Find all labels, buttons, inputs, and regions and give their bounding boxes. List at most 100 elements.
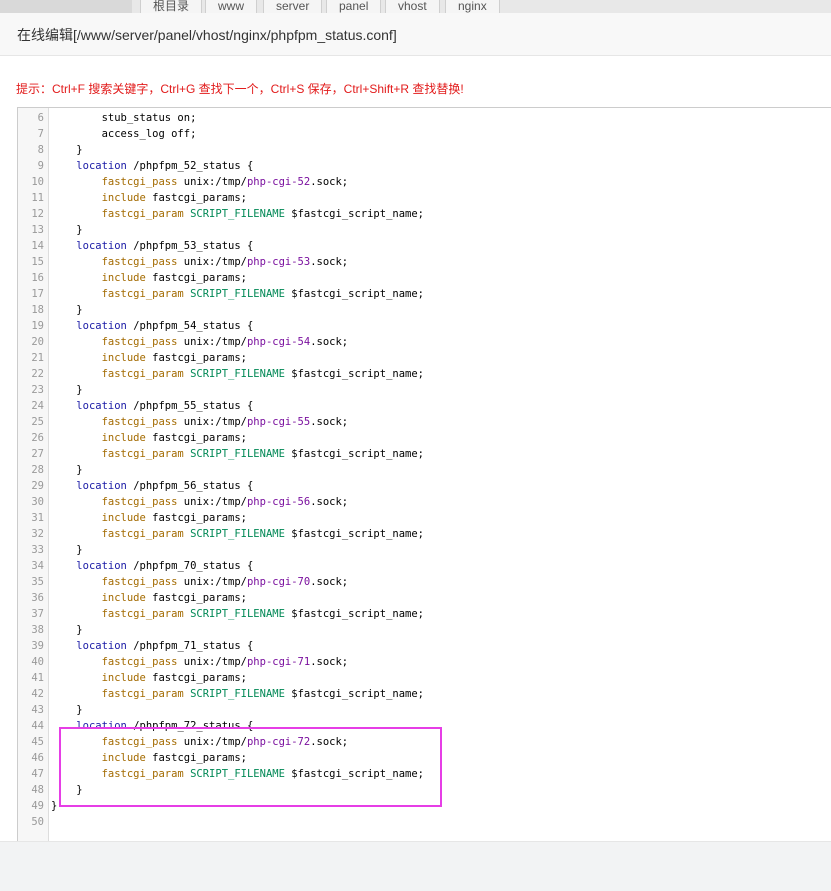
breadcrumb-start xyxy=(0,0,132,13)
code-line[interactable]: 35 fastcgi_pass unix:/tmp/php-cgi-70.soc… xyxy=(18,574,831,590)
code-line[interactable]: 29 location /phpfpm_56_status { xyxy=(18,478,831,494)
line-number: 18 xyxy=(31,304,44,316)
line-text: include fastcgi_params; xyxy=(101,272,247,284)
breadcrumb-bar: 根目录 www server panel vhost nginx xyxy=(0,0,831,13)
line-number: 31 xyxy=(31,512,44,524)
line-text: } xyxy=(51,784,83,796)
code-line[interactable]: 23 } xyxy=(18,382,831,398)
line-text: include fastcgi_params; xyxy=(101,352,247,364)
line-text: fastcgi_param SCRIPT_FILENAME $fastcgi_s… xyxy=(101,768,424,780)
code-line[interactable]: 24 location /phpfpm_55_status { xyxy=(18,398,831,414)
code-line[interactable]: 33 } xyxy=(18,542,831,558)
line-text: } xyxy=(51,224,83,236)
line-number: 40 xyxy=(31,656,44,668)
line-text: location /phpfpm_72_status { xyxy=(76,720,254,732)
code-line[interactable]: 18 } xyxy=(18,302,831,318)
line-text: } xyxy=(51,624,83,636)
code-line[interactable]: 40 fastcgi_pass unix:/tmp/php-cgi-71.soc… xyxy=(18,654,831,670)
breadcrumb-item-root[interactable]: 根目录 xyxy=(140,0,203,13)
line-number: 24 xyxy=(31,400,44,412)
code-line[interactable]: 11 include fastcgi_params; xyxy=(18,190,831,206)
line-number: 36 xyxy=(31,592,44,604)
line-text: fastcgi_param SCRIPT_FILENAME $fastcgi_s… xyxy=(101,208,424,220)
breadcrumb-item-www[interactable]: www xyxy=(205,0,257,13)
code-line[interactable]: 38 } xyxy=(18,622,831,638)
code-line[interactable]: 12 fastcgi_param SCRIPT_FILENAME $fastcg… xyxy=(18,206,831,222)
code-line[interactable]: 20 fastcgi_pass unix:/tmp/php-cgi-54.soc… xyxy=(18,334,831,350)
line-number: 33 xyxy=(31,544,44,556)
code-line[interactable]: 28 } xyxy=(18,462,831,478)
line-number: 26 xyxy=(31,432,44,444)
line-number: 11 xyxy=(31,192,44,204)
line-number: 10 xyxy=(31,176,44,188)
code-line[interactable]: 46 include fastcgi_params; xyxy=(18,750,831,766)
line-text: fastcgi_param SCRIPT_FILENAME $fastcgi_s… xyxy=(101,688,424,700)
line-number: 6 xyxy=(37,112,44,124)
code-line[interactable]: 7 access_log off; xyxy=(18,126,831,142)
code-editor[interactable]: 6 stub_status on; 7 access_log off; 8 } 9 l… xyxy=(17,107,831,845)
code-line[interactable]: 47 fastcgi_param SCRIPT_FILENAME $fastcg… xyxy=(18,766,831,782)
code-line[interactable]: 10 fastcgi_pass unix:/tmp/php-cgi-52.soc… xyxy=(18,174,831,190)
line-text: stub_status on; xyxy=(51,112,197,124)
line-text: location /phpfpm_52_status { xyxy=(76,160,254,172)
code-line[interactable]: 31 include fastcgi_params; xyxy=(18,510,831,526)
line-number: 39 xyxy=(31,640,44,652)
line-number: 15 xyxy=(31,256,44,268)
code-line[interactable]: 39 location /phpfpm_71_status { xyxy=(18,638,831,654)
code-line[interactable]: 13 } xyxy=(18,222,831,238)
line-text: location /phpfpm_70_status { xyxy=(76,560,254,572)
code-line[interactable]: 14 location /phpfpm_53_status { xyxy=(18,238,831,254)
line-text: location /phpfpm_56_status { xyxy=(76,480,254,492)
code-line[interactable]: 44 location /phpfpm_72_status { xyxy=(18,718,831,734)
breadcrumb-item-server[interactable]: server xyxy=(263,0,323,13)
line-text: } xyxy=(51,304,83,316)
code-line[interactable]: 6 stub_status on; xyxy=(18,110,831,126)
line-text: fastcgi_param SCRIPT_FILENAME $fastcgi_s… xyxy=(101,608,424,620)
code-line[interactable]: 34 location /phpfpm_70_status { xyxy=(18,558,831,574)
line-number: 17 xyxy=(31,288,44,300)
code-line[interactable]: 48 } xyxy=(18,782,831,798)
code-line[interactable]: 19 location /phpfpm_54_status { xyxy=(18,318,831,334)
line-number: 27 xyxy=(31,448,44,460)
code-line[interactable]: 36 include fastcgi_params; xyxy=(18,590,831,606)
code-line[interactable]: 32 fastcgi_param SCRIPT_FILENAME $fastcg… xyxy=(18,526,831,542)
line-number: 25 xyxy=(31,416,44,428)
code-line[interactable]: 27 fastcgi_param SCRIPT_FILENAME $fastcg… xyxy=(18,446,831,462)
code-line[interactable]: 37 fastcgi_param SCRIPT_FILENAME $fastcg… xyxy=(18,606,831,622)
code-line[interactable]: 9 location /phpfpm_52_status { xyxy=(18,158,831,174)
line-number: 38 xyxy=(31,624,44,636)
breadcrumb-item-panel[interactable]: panel xyxy=(326,0,382,13)
code-line[interactable]: 50 xyxy=(18,814,831,830)
line-text: fastcgi_pass unix:/tmp/php-cgi-56.sock; xyxy=(101,496,349,508)
line-text: include fastcgi_params; xyxy=(101,752,247,764)
line-text: fastcgi_pass unix:/tmp/php-cgi-55.sock; xyxy=(101,416,349,428)
line-number: 8 xyxy=(37,144,44,156)
line-text: include fastcgi_params; xyxy=(101,432,247,444)
code-line[interactable]: 41 include fastcgi_params; xyxy=(18,670,831,686)
line-number: 21 xyxy=(31,352,44,364)
code-line[interactable]: 25 fastcgi_pass unix:/tmp/php-cgi-55.soc… xyxy=(18,414,831,430)
dialog-footer xyxy=(0,841,831,891)
code-line[interactable]: 45 fastcgi_pass unix:/tmp/php-cgi-72.soc… xyxy=(18,734,831,750)
code-line[interactable]: 42 fastcgi_param SCRIPT_FILENAME $fastcg… xyxy=(18,686,831,702)
code-lines[interactable]: 6 stub_status on; 7 access_log off; 8 } 9 l… xyxy=(18,110,831,830)
code-line[interactable]: 22 fastcgi_param SCRIPT_FILENAME $fastcg… xyxy=(18,366,831,382)
code-line[interactable]: 30 fastcgi_pass unix:/tmp/php-cgi-56.soc… xyxy=(18,494,831,510)
line-number: 29 xyxy=(31,480,44,492)
code-line[interactable]: 16 include fastcgi_params; xyxy=(18,270,831,286)
breadcrumb-item-nginx[interactable]: nginx xyxy=(445,0,500,13)
code-line[interactable]: 15 fastcgi_pass unix:/tmp/php-cgi-53.soc… xyxy=(18,254,831,270)
code-line[interactable]: 21 include fastcgi_params; xyxy=(18,350,831,366)
line-text: } xyxy=(51,144,83,156)
code-line[interactable]: 49} xyxy=(18,798,831,814)
line-number: 28 xyxy=(31,464,44,476)
code-line[interactable]: 43 } xyxy=(18,702,831,718)
code-line[interactable]: 26 include fastcgi_params; xyxy=(18,430,831,446)
dialog-title: 在线编辑[/www/server/panel/vhost/nginx/phpfp… xyxy=(17,27,397,43)
line-number: 43 xyxy=(31,704,44,716)
breadcrumb-item-vhost[interactable]: vhost xyxy=(385,0,440,13)
line-number: 47 xyxy=(31,768,44,780)
dialog-header[interactable]: 在线编辑[/www/server/panel/vhost/nginx/phpfp… xyxy=(0,13,831,56)
code-line[interactable]: 17 fastcgi_param SCRIPT_FILENAME $fastcg… xyxy=(18,286,831,302)
code-line[interactable]: 8 } xyxy=(18,142,831,158)
